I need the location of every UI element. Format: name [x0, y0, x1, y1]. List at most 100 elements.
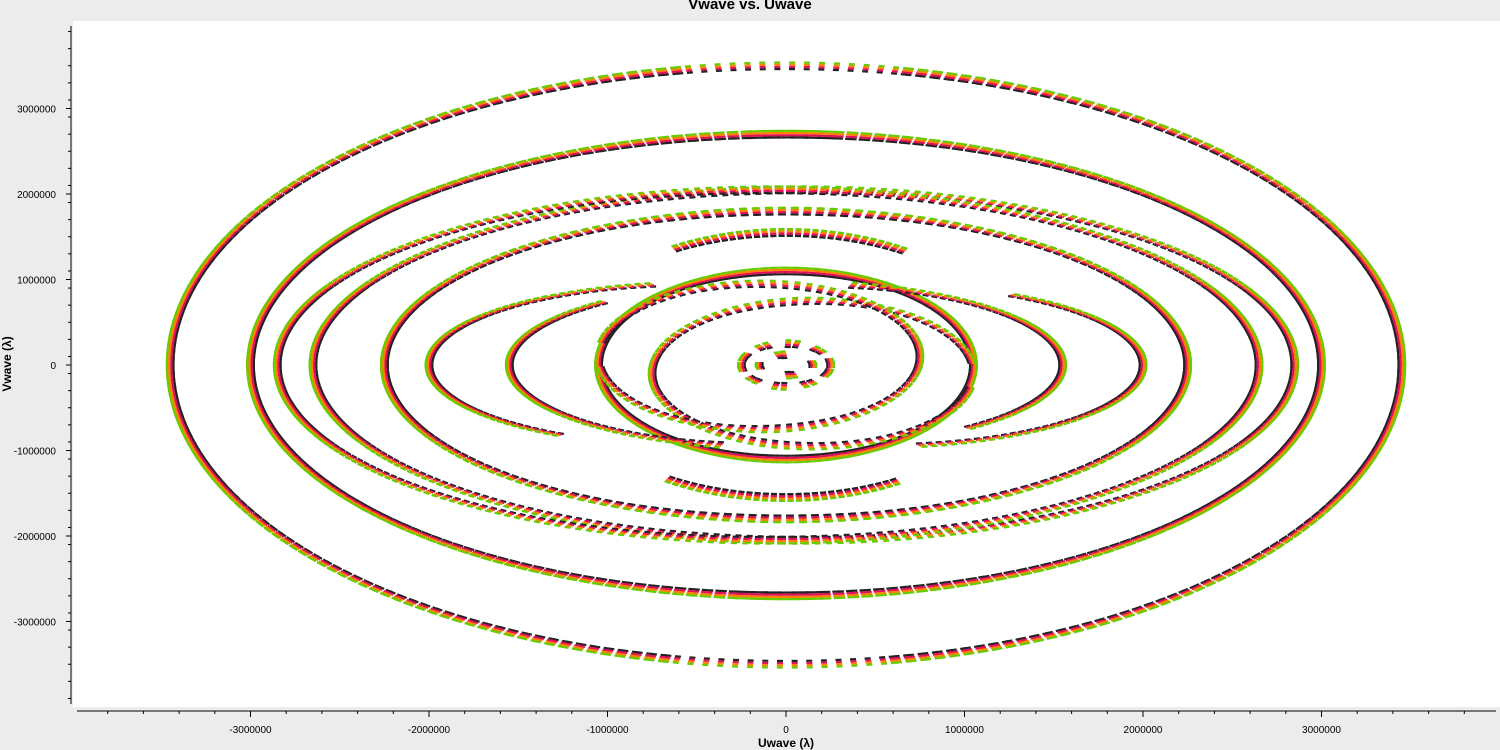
uv-sample	[541, 85, 548, 89]
uv-sample	[979, 76, 987, 80]
uv-sample	[250, 339, 254, 346]
uv-sample	[974, 644, 981, 648]
uv-sample	[913, 140, 920, 144]
uv-sample	[587, 151, 594, 155]
uv-sample	[957, 578, 964, 582]
uv-sample	[494, 502, 501, 507]
uv-sample	[935, 587, 942, 591]
uv-sample	[962, 80, 969, 84]
uv-sample	[972, 146, 979, 150]
uv-sample	[872, 139, 879, 142]
uv-sample	[666, 141, 673, 145]
uv-sample	[906, 587, 913, 590]
uv-sample	[592, 647, 600, 651]
uv-sample	[912, 142, 919, 146]
uv-sample	[674, 140, 681, 144]
uv-sample	[690, 133, 697, 136]
uv-sample	[989, 644, 996, 648]
uv-sample	[919, 656, 926, 660]
uv-sample	[648, 658, 655, 662]
uv-sample	[1397, 383, 1401, 391]
uv-sample	[175, 392, 179, 399]
uv-sample	[168, 378, 172, 385]
uv-sample	[918, 654, 925, 658]
uv-sample	[982, 580, 989, 584]
uv-sample	[647, 143, 654, 147]
uv-sample	[657, 136, 664, 139]
uv-sample	[958, 146, 965, 150]
uv-sample	[1402, 376, 1406, 384]
uv-sample	[1108, 224, 1115, 229]
uv-sample	[672, 661, 679, 664]
uv-sample	[906, 71, 913, 75]
uv-sample	[665, 654, 672, 657]
uv-sample	[678, 138, 685, 141]
uv-sample	[880, 133, 887, 137]
uv-sample	[652, 586, 659, 590]
uv-sample	[940, 583, 947, 587]
uv-sample	[891, 70, 898, 73]
uv-sample	[1320, 338, 1324, 346]
uv-sample	[1319, 345, 1323, 352]
uv-sample	[1012, 152, 1019, 156]
uv-sample	[875, 594, 882, 597]
uv-sample	[671, 134, 678, 138]
uv-sample	[1313, 386, 1317, 393]
uv-sample	[666, 585, 674, 589]
uv-sample	[889, 657, 896, 660]
uv-sample	[944, 580, 951, 584]
uv-sample	[538, 212, 546, 217]
uv-sample	[643, 137, 651, 141]
uv-sample	[626, 71, 633, 74]
uv-sample	[527, 157, 534, 162]
uv-sample	[1393, 390, 1398, 398]
uv-sample	[893, 590, 900, 594]
uv-sample	[569, 79, 576, 83]
uv-sample	[625, 526, 632, 530]
uv-sample	[520, 567, 528, 571]
uv-sample	[888, 134, 895, 137]
uv-sample	[544, 88, 551, 92]
uv-sample	[616, 523, 624, 527]
uv-sample	[920, 587, 927, 591]
uv-sample	[952, 579, 959, 583]
uv-sample	[1099, 221, 1106, 226]
uv-sample	[1048, 90, 1056, 94]
uv-sample	[544, 153, 552, 158]
uv-sample	[563, 644, 571, 648]
uv-sample	[947, 584, 954, 588]
uv-sample	[1049, 160, 1057, 164]
uv-sample	[946, 142, 953, 146]
uv-sample	[893, 66, 900, 69]
uv-sample	[1073, 629, 1080, 634]
uv-sample	[634, 144, 641, 148]
uv-sample	[626, 145, 633, 149]
uv-sample	[948, 531, 955, 535]
uv-sample	[1003, 525, 1010, 529]
uv-sample	[684, 65, 691, 68]
uv-sample	[605, 144, 612, 148]
uv-sample	[618, 142, 625, 146]
uv-sample	[933, 76, 941, 80]
uv-sample	[247, 345, 251, 352]
uv-sample	[1021, 204, 1029, 208]
uv-sample	[987, 579, 995, 583]
uv-sample	[549, 641, 557, 645]
uv-sample	[606, 582, 613, 586]
uv-sample	[687, 139, 694, 143]
uv-sample	[576, 648, 583, 652]
uv-sample	[648, 584, 655, 587]
uv-sample	[987, 642, 995, 646]
uv-sample	[650, 590, 657, 594]
uv-sample	[612, 581, 619, 585]
uv-sample	[685, 67, 692, 70]
uv-sample	[632, 586, 639, 589]
uv-sample	[635, 653, 642, 656]
uv-sample	[611, 72, 619, 76]
uv-sample	[1082, 508, 1090, 513]
uv-sample	[904, 656, 911, 659]
uv-sample	[928, 586, 935, 590]
uv-sample	[925, 191, 932, 195]
uv-sample	[960, 582, 967, 586]
uv-sample	[1398, 391, 1402, 398]
